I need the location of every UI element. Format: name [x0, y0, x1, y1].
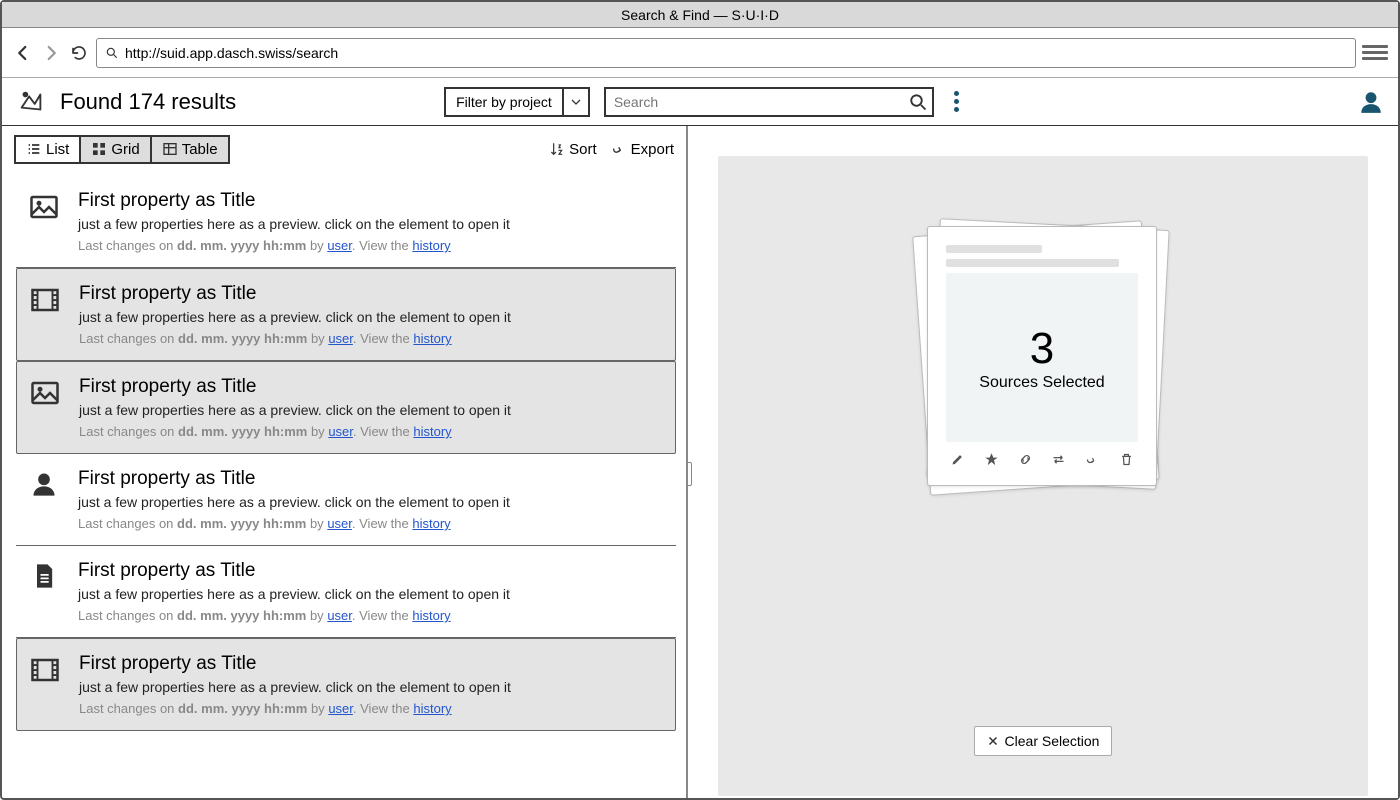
forward-button[interactable]	[40, 42, 62, 64]
user-account-icon[interactable]	[1358, 89, 1384, 115]
document-icon	[28, 562, 60, 594]
search-icon[interactable]	[904, 93, 932, 111]
search-icon	[105, 46, 119, 60]
film-icon	[29, 655, 61, 687]
selection-actions	[946, 452, 1138, 467]
close-icon	[987, 735, 999, 747]
delete-icon[interactable]	[1119, 452, 1134, 467]
result-item[interactable]: First property as Title just a few proper…	[16, 361, 676, 454]
splitter-handle[interactable]	[688, 462, 692, 486]
result-title: First property as Title	[79, 283, 663, 305]
export-icon	[611, 141, 627, 157]
sort-icon	[549, 141, 565, 157]
tab-table-label: Table	[182, 141, 218, 158]
result-meta: Last changes on dd. mm. yyyy hh:mm by us…	[78, 516, 664, 531]
user-link[interactable]: user	[327, 608, 352, 623]
app-logo-icon	[16, 87, 46, 117]
browser-toolbar: http://suid.app.dasch.swiss/search	[2, 28, 1398, 78]
star-icon[interactable]	[984, 452, 999, 467]
view-tabs: List Grid Table	[14, 135, 230, 164]
table-icon	[162, 141, 178, 157]
result-preview: just a few properties here as a preview.…	[79, 309, 663, 325]
tab-table[interactable]: Table	[152, 137, 228, 162]
history-link[interactable]: history	[412, 516, 450, 531]
history-link[interactable]: history	[413, 424, 451, 439]
result-title: First property as Title	[79, 376, 663, 398]
results-toolbar: List Grid Table Sort	[2, 126, 686, 166]
browser-menu-button[interactable]	[1362, 40, 1388, 66]
tab-grid-label: Grid	[111, 141, 139, 158]
grid-icon	[91, 141, 107, 157]
user-link[interactable]: user	[327, 238, 352, 253]
result-item[interactable]: First property as Title just a few proper…	[16, 546, 676, 638]
user-link[interactable]: user	[327, 516, 352, 531]
window-titlebar: Search & Find — S·U·I·D	[2, 2, 1398, 28]
person-icon	[28, 470, 60, 502]
result-title: First property as Title	[78, 190, 664, 212]
result-meta: Last changes on dd. mm. yyyy hh:mm by us…	[78, 608, 664, 623]
result-preview: just a few properties here as a preview.…	[79, 402, 663, 418]
more-options-button[interactable]	[948, 91, 966, 112]
selection-card: 3 Sources Selected	[927, 226, 1157, 486]
selection-card-stack: 3 Sources Selected	[925, 226, 1161, 506]
result-item[interactable]: First property as Title just a few proper…	[16, 176, 676, 268]
compare-icon[interactable]	[1051, 452, 1066, 467]
result-title: First property as Title	[78, 560, 664, 582]
result-item[interactable]: First property as Title just a few proper…	[16, 638, 676, 731]
history-link[interactable]: history	[413, 701, 451, 716]
image-icon	[29, 378, 61, 410]
export-button[interactable]: Export	[611, 141, 674, 158]
clear-selection-label: Clear Selection	[1005, 733, 1100, 749]
selection-count: 3	[1030, 324, 1054, 374]
sort-button[interactable]: Sort	[549, 141, 597, 158]
export-label: Export	[631, 141, 674, 158]
reload-button[interactable]	[68, 42, 90, 64]
result-preview: just a few properties here as a preview.…	[78, 494, 664, 510]
filter-label: Filter by project	[446, 94, 562, 110]
page-title: Found 174 results	[60, 89, 236, 115]
history-link[interactable]: history	[412, 608, 450, 623]
detail-background: 3 Sources Selected	[718, 156, 1368, 796]
result-title: First property as Title	[78, 468, 664, 490]
chevron-down-icon	[562, 89, 588, 115]
detail-pane: 3 Sources Selected	[688, 126, 1398, 798]
user-link[interactable]: user	[328, 331, 353, 346]
film-icon	[29, 285, 61, 317]
results-list[interactable]: First property as Title just a few proper…	[2, 166, 686, 798]
sort-label: Sort	[569, 141, 597, 158]
filter-by-project-dropdown[interactable]: Filter by project	[444, 87, 590, 117]
result-meta: Last changes on dd. mm. yyyy hh:mm by us…	[79, 701, 663, 716]
tab-list[interactable]: List	[16, 137, 81, 162]
selection-label: Sources Selected	[979, 374, 1104, 392]
search-input[interactable]	[606, 94, 904, 110]
link-icon[interactable]	[1018, 452, 1033, 467]
share-icon[interactable]	[1085, 452, 1100, 467]
history-link[interactable]: history	[412, 238, 450, 253]
result-preview: just a few properties here as a preview.…	[78, 216, 664, 232]
result-item[interactable]: First property as Title just a few proper…	[16, 454, 676, 546]
result-preview: just a few properties here as a preview.…	[78, 586, 664, 602]
app-header: Found 174 results Filter by project	[2, 78, 1398, 126]
result-meta: Last changes on dd. mm. yyyy hh:mm by us…	[79, 424, 663, 439]
history-link[interactable]: history	[413, 331, 451, 346]
user-link[interactable]: user	[328, 701, 353, 716]
list-icon	[26, 141, 42, 157]
image-icon	[28, 192, 60, 224]
tab-list-label: List	[46, 141, 69, 158]
results-pane: List Grid Table Sort	[2, 126, 688, 798]
back-button[interactable]	[12, 42, 34, 64]
tab-grid[interactable]: Grid	[81, 137, 151, 162]
search-input-container	[604, 87, 934, 117]
url-bar[interactable]: http://suid.app.dasch.swiss/search	[96, 38, 1356, 68]
result-meta: Last changes on dd. mm. yyyy hh:mm by us…	[78, 238, 664, 253]
result-meta: Last changes on dd. mm. yyyy hh:mm by us…	[79, 331, 663, 346]
result-title: First property as Title	[79, 653, 663, 675]
url-text: http://suid.app.dasch.swiss/search	[125, 45, 338, 61]
edit-icon[interactable]	[950, 452, 965, 467]
result-item[interactable]: First property as Title just a few proper…	[16, 268, 676, 361]
user-link[interactable]: user	[328, 424, 353, 439]
clear-selection-button[interactable]: Clear Selection	[974, 726, 1113, 756]
result-preview: just a few properties here as a preview.…	[79, 679, 663, 695]
